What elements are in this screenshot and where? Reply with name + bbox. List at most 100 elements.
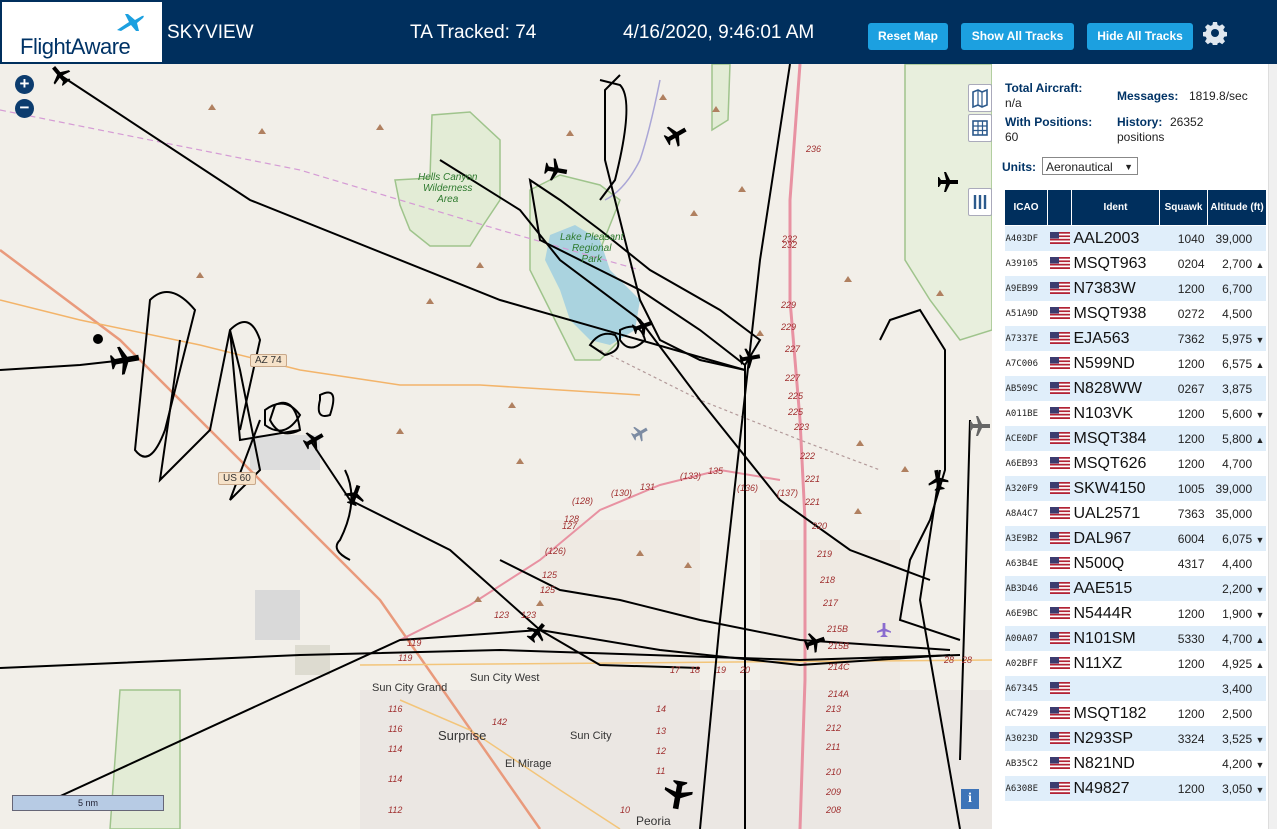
zoom-in-button[interactable]: +: [15, 75, 34, 94]
table-row[interactable]: A51A9D MSQT938 0272 4,500: [1004, 301, 1266, 326]
road-number-label: 223: [794, 422, 810, 432]
flag-cell: [1047, 351, 1072, 376]
column-header-ident[interactable]: Ident: [1071, 189, 1160, 226]
map-scale-bar: 5 nm: [12, 795, 164, 811]
road-number-label: 116: [388, 704, 403, 714]
icao-cell: A39105: [1004, 251, 1048, 276]
road-number-label: 123: [494, 610, 510, 620]
reset-map-button[interactable]: Reset Map: [868, 23, 948, 50]
road-number-label: 20: [740, 665, 751, 675]
column-header-flag[interactable]: [1047, 189, 1072, 226]
us-flag-icon: [1049, 482, 1070, 495]
altitude-cell: 4,700: [1207, 451, 1266, 476]
table-row[interactable]: A011BE N103VK 1200 5,600 ▼: [1004, 401, 1266, 426]
logo-text: FlightAware: [20, 34, 131, 59]
altitude-cell: 39,000: [1207, 476, 1266, 501]
table-row[interactable]: A3E9B2 DAL967 6004 6,075 ▼: [1004, 526, 1266, 551]
units-select[interactable]: Aeronautical ▼: [1042, 157, 1138, 175]
zoom-out-button[interactable]: −: [15, 99, 34, 118]
flag-cell: [1047, 326, 1072, 351]
us-flag-icon: [1049, 407, 1070, 420]
column-header-icao[interactable]: ICAO: [1004, 189, 1048, 226]
icao-cell: AB35C2: [1004, 751, 1048, 776]
icao-cell: A320F9: [1004, 476, 1048, 501]
us-flag-icon: [1049, 357, 1070, 370]
history-unit: positions: [1117, 130, 1165, 144]
road-number-label: 112: [388, 805, 403, 815]
show-all-tracks-button[interactable]: Show All Tracks: [961, 23, 1074, 50]
altitude-cell: 6,075 ▼: [1207, 526, 1266, 551]
table-row[interactable]: AB35C2 N821ND 4,200 ▼: [1004, 751, 1266, 776]
squawk-cell: 1200: [1159, 701, 1208, 726]
table-row[interactable]: ACE0DF MSQT384 1200 5,800 ▲: [1004, 426, 1266, 451]
table-row[interactable]: A39105 MSQT963 0204 2,700 ▲: [1004, 251, 1266, 276]
road-number-label: 218: [820, 575, 836, 585]
table-row[interactable]: A6308E N49827 1200 3,050 ▼: [1004, 776, 1266, 801]
table-row[interactable]: A67345 3,400: [1004, 676, 1266, 701]
info-button[interactable]: i: [961, 789, 979, 809]
aircraft-table-wrapper[interactable]: ICAO Ident Squawk Altitude (ft) A403DF AA…: [1004, 189, 1266, 805]
altitude-trend-icon: ▼: [1255, 334, 1265, 345]
road-number-label: (130): [611, 488, 633, 498]
road-number-label: 225: [788, 407, 804, 417]
flightaware-logo[interactable]: FlightAware: [2, 2, 162, 62]
altitude-value: 4,700: [1222, 631, 1253, 646]
us-flag-icon: [1049, 607, 1070, 620]
table-row[interactable]: A6EB93 MSQT626 1200 4,700: [1004, 451, 1266, 476]
table-row[interactable]: A02BFF N11XZ 1200 4,925 ▲: [1004, 651, 1266, 676]
table-row[interactable]: A7C006 N599ND 1200 6,575 ▲: [1004, 351, 1266, 376]
us-flag-icon: [1049, 282, 1070, 295]
squawk-cell: 1200: [1159, 351, 1208, 376]
table-row[interactable]: A8A4C7 UAL2571 7363 35,000: [1004, 501, 1266, 526]
table-row[interactable]: A8754D N6463Q12005,175 ▼: [1004, 801, 1266, 805]
road-number-label: 12: [656, 746, 667, 756]
squawk-cell: 1200: [1159, 801, 1208, 805]
road-number-label: 225: [788, 391, 804, 401]
altitude-value: 4,925: [1222, 656, 1253, 671]
city-label-sun-city: Sun City: [570, 730, 612, 742]
altitude-trend-icon: ▼: [1255, 759, 1265, 770]
altitude-value: 3,875: [1222, 381, 1253, 396]
icao-cell: A51A9D: [1004, 301, 1048, 326]
altitude-value: 5,800: [1222, 431, 1253, 446]
icao-cell: A3023D: [1004, 726, 1048, 751]
road-number-label: 215B: [828, 641, 850, 651]
columns-toggle-button[interactable]: [968, 188, 992, 216]
road-number-label: 210: [826, 767, 842, 777]
column-header-squawk[interactable]: Squawk: [1159, 189, 1208, 226]
us-flag-icon: [1049, 632, 1070, 645]
table-row[interactable]: A6E9BC N5444R 1200 1,900 ▼: [1004, 601, 1266, 626]
table-row[interactable]: A00A07 N101SM 5330 4,700 ▲: [1004, 626, 1266, 651]
table-row[interactable]: A9EB99 N7383W 1200 6,700: [1004, 276, 1266, 301]
gear-icon[interactable]: [1203, 21, 1227, 45]
us-flag-icon: [1049, 532, 1070, 545]
road-number-label: (136): [737, 483, 759, 493]
column-header-altitude[interactable]: Altitude (ft): [1207, 189, 1266, 226]
map-layer-button[interactable]: [968, 84, 992, 112]
table-row[interactable]: AB509C N828WW 0267 3,875: [1004, 376, 1266, 401]
altitude-cell: 4,925 ▲: [1207, 651, 1266, 676]
road-number-label: 135: [708, 466, 724, 476]
icao-cell: A67345: [1004, 676, 1048, 701]
table-row[interactable]: A320F9 SKW4150 1005 39,000: [1004, 476, 1266, 501]
road-number-label: 215B: [827, 624, 849, 634]
hide-all-tracks-button[interactable]: Hide All Tracks: [1087, 23, 1193, 50]
table-row[interactable]: A3023D N293SP 3324 3,525 ▼: [1004, 726, 1266, 751]
table-row[interactable]: AB3D46 AAE515 2,200 ▼: [1004, 576, 1266, 601]
panel-scrollbar[interactable]: [1268, 64, 1277, 829]
flag-cell: [1047, 225, 1072, 251]
icao-cell: A8754D: [1004, 801, 1048, 805]
table-row[interactable]: A63B4E N500Q 4317 4,400: [1004, 551, 1266, 576]
grid-overlay-button[interactable]: [968, 114, 992, 142]
road-number-label: 236: [806, 144, 822, 154]
squawk-cell: 6004: [1159, 526, 1208, 551]
altitude-value: 4,200: [1222, 756, 1253, 771]
table-row[interactable]: A7337E EJA563 7362 5,975 ▼: [1004, 326, 1266, 351]
icao-cell: A7337E: [1004, 326, 1048, 351]
us-flag-icon: [1049, 657, 1070, 670]
road-number-label: 220: [812, 521, 828, 531]
flag-cell: [1047, 376, 1072, 401]
table-row[interactable]: A403DF AAL2003 1040 39,000: [1004, 225, 1266, 251]
squawk-cell: 0272: [1159, 301, 1208, 326]
table-row[interactable]: AC7429 MSQT182 1200 2,500: [1004, 701, 1266, 726]
